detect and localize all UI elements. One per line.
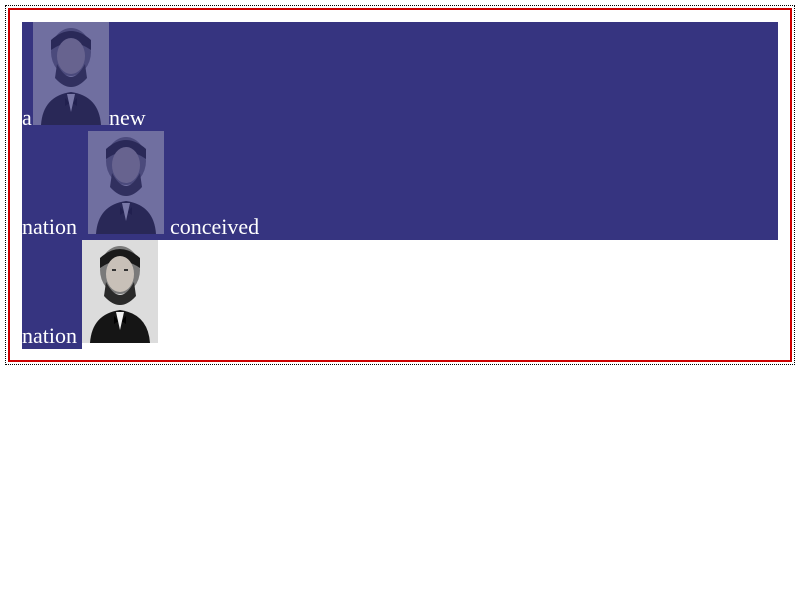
word-conceived: conceived — [170, 214, 260, 239]
lincoln-portrait — [82, 240, 158, 343]
word-nation-1: nation — [22, 214, 77, 239]
word-nation-2: nation — [22, 323, 77, 348]
lincoln-portrait-tinted-2 — [88, 131, 164, 234]
word-a: a — [22, 105, 32, 130]
lincoln-portrait-tinted-1 — [33, 22, 109, 125]
word-new: new — [109, 105, 146, 130]
